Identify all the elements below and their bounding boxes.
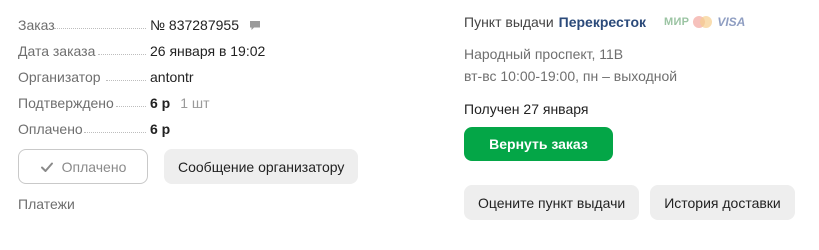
paid-value: 6 р — [150, 121, 171, 137]
paid-row: Оплачено 6 р — [18, 116, 418, 142]
pickup-address: Народный проспект, 11В — [464, 46, 624, 62]
organizer-value[interactable]: antontr — [150, 69, 194, 85]
dotted-leader — [98, 54, 146, 55]
message-organizer-button[interactable]: Сообщение организатору — [164, 149, 359, 184]
payment-logos: МИР VISA — [664, 15, 745, 29]
order-details: Заказ № 837287955 Дата заказа 26 января … — [18, 12, 418, 142]
mastercard-logo-icon — [693, 15, 713, 29]
confirmed-row: Подтверждено 6 р 1 шт — [18, 90, 418, 116]
pickup-hours: вт-вс 10:00-19:00, пн – выходной — [464, 68, 678, 84]
paid-button-label: Оплачено — [61, 158, 127, 175]
order-number-label: Заказ — [18, 17, 55, 33]
rate-pickup-button[interactable]: Оцените пункт выдачи — [464, 185, 640, 220]
order-number: № 837287955 — [150, 17, 239, 33]
order-date-value: 26 января в 19:02 — [150, 43, 266, 59]
delivery-history-button[interactable]: История доставки — [650, 185, 795, 220]
pickup-label: Пункт выдачи — [464, 14, 554, 30]
dotted-leader — [84, 132, 146, 133]
pickup-point-line: Пункт выдачи Перекресток МИР VISA — [464, 12, 814, 32]
comment-icon[interactable] — [249, 20, 261, 31]
payments-link[interactable]: Платежи — [18, 196, 75, 212]
order-date-label: Дата заказа — [18, 43, 96, 59]
order-number-row: Заказ № 837287955 — [18, 12, 418, 38]
dotted-leader — [54, 28, 146, 29]
order-actions: Оплачено Сообщение организатору — [18, 149, 359, 184]
confirmed-amount: 6 р — [150, 95, 171, 111]
dotted-leader — [106, 80, 146, 81]
return-order-button[interactable]: Вернуть заказ — [464, 127, 613, 161]
confirmed-label: Подтверждено — [18, 95, 114, 111]
mir-logo-icon: МИР — [664, 16, 690, 28]
order-date-row: Дата заказа 26 января в 19:02 — [18, 38, 418, 64]
order-number-value: № 837287955 — [150, 17, 261, 33]
paid-button[interactable]: Оплачено — [18, 149, 148, 184]
confirmed-value: 6 р 1 шт — [150, 95, 210, 111]
pickup-details: Пункт выдачи Перекресток МИР VISA Народн… — [464, 12, 814, 161]
organizer-row: Организатор antontr — [18, 64, 418, 90]
check-icon — [40, 162, 53, 172]
pickup-actions: Оцените пункт выдачи История доставки — [464, 185, 795, 220]
paid-label: Оплачено — [18, 121, 83, 137]
dotted-leader — [116, 106, 146, 107]
pickup-partner[interactable]: Перекресток — [559, 14, 646, 30]
received-status: Получен 27 января — [464, 101, 589, 117]
visa-logo-icon: VISA — [717, 15, 746, 29]
confirmed-qty: 1 шт — [180, 95, 210, 111]
pickup-address-block: Народный проспект, 11В вт-вс 10:00-19:00… — [464, 43, 814, 87]
organizer-label: Организатор — [18, 69, 101, 85]
